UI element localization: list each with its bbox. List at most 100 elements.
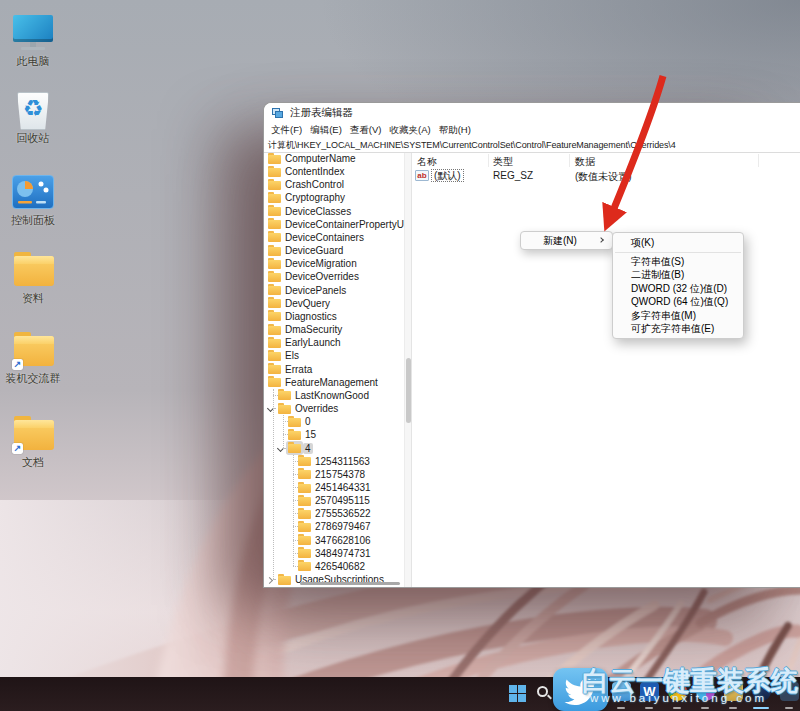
menu-1[interactable]: 编辑(E) [306, 124, 346, 137]
folder-icon [298, 509, 311, 519]
folder-icon [268, 193, 281, 203]
submenu-item-2[interactable]: 二进制值(B) [613, 268, 743, 282]
desktop-icon-this-pc[interactable]: 此电脑 [1, 13, 65, 67]
tree-node-2570495115[interactable]: 2570495115 [298, 494, 372, 507]
menu-4[interactable]: 帮助(H) [435, 124, 475, 137]
tree-node-DeviceContainerPropertyUpda[interactable]: DeviceContainerPropertyUpda [268, 218, 404, 231]
tree-node-2755536522[interactable]: 2755536522 [298, 507, 373, 520]
tree-node-CrashControl[interactable]: CrashControl [268, 178, 346, 191]
folder-icon [268, 259, 281, 269]
submenu-item-5[interactable]: 多字符串值(M) [613, 309, 743, 323]
tree-node-DevicePanels[interactable]: DevicePanels [268, 284, 348, 297]
tree-connector-line [293, 500, 298, 501]
tree-node-ComputerName[interactable]: ComputerName [268, 153, 358, 165]
address-bar[interactable]: 计算机\HKEY_LOCAL_MACHINE\SYSTEM\CurrentCon… [264, 138, 800, 153]
submenu-item-3[interactable]: DWORD (32 位)值(D) [613, 282, 743, 296]
column-header-0[interactable]: 名称 [417, 155, 437, 169]
desktop-icon-control-panel[interactable]: 控制面板 [1, 172, 65, 226]
address-text: 计算机\HKEY_LOCAL_MACHINE\SYSTEM\CurrentCon… [268, 139, 676, 152]
tree-node-DeviceOverrides[interactable]: DeviceOverrides [268, 270, 361, 283]
tree-node-EarlyLaunch[interactable]: EarlyLaunch [268, 336, 343, 349]
submenu-item-6[interactable]: 可扩充字符串值(E) [613, 322, 743, 336]
tree-connector-line [293, 566, 298, 567]
tree-node-DmaSecurity[interactable]: DmaSecurity [268, 323, 344, 336]
desktop-icon-label: 资料 [1, 293, 65, 304]
tree-node-label: 2451464331 [313, 482, 373, 493]
desktop-icon-recycle-bin[interactable]: ♻回收站 [1, 90, 65, 144]
submenu-item-4[interactable]: QWORD (64 位)值(Q) [613, 295, 743, 309]
folder-icon [268, 232, 281, 242]
desktop-icon-folder-data[interactable]: 资料 [1, 250, 65, 304]
tree-node-Els[interactable]: Els [268, 349, 301, 362]
tree-node-DeviceMigration[interactable]: DeviceMigration [268, 257, 359, 270]
folder-icon [288, 430, 301, 440]
shortcut-arrow-icon: ↗ [12, 443, 23, 454]
folder-icon [268, 246, 281, 256]
folder-icon [268, 285, 281, 295]
tree-node-Errata[interactable]: Errata [268, 363, 314, 376]
tree-connector-line [273, 395, 278, 396]
menu-3[interactable]: 收藏夹(A) [385, 124, 434, 137]
menu-0[interactable]: 文件(F) [267, 124, 306, 137]
tree-node-LastKnownGood[interactable]: LastKnownGood [278, 389, 371, 402]
value-row[interactable]: ab (默认) REG_SZ (数值未设置) [412, 169, 800, 182]
tree-node-4[interactable]: 4 [288, 442, 313, 455]
tree-node-2786979467[interactable]: 2786979467 [298, 520, 373, 533]
tree-node-3476628106[interactable]: 3476628106 [298, 534, 373, 547]
tree-node-15[interactable]: 15 [288, 428, 318, 441]
tree-connector-line [273, 389, 274, 579]
submenu-item-1[interactable]: 字符串值(S) [613, 255, 743, 269]
tree-horizontal-scrollbar[interactable] [300, 582, 400, 585]
tree-node-DeviceContainers[interactable]: DeviceContainers [268, 231, 366, 244]
tree-node-FeatureManagement[interactable]: FeatureManagement [268, 376, 380, 389]
column-separator [569, 154, 570, 167]
tree-node-Overrides[interactable]: Overrides [278, 402, 340, 415]
tree-connector-line [283, 421, 288, 422]
folder-icon [268, 311, 281, 321]
submenu-item-0[interactable]: 项(K) [613, 236, 743, 250]
tree-connector-line [293, 553, 298, 554]
tree-node-DeviceClasses[interactable]: DeviceClasses [268, 205, 353, 218]
desktop-icon-label: 控制面板 [1, 215, 65, 226]
tree-connector-line [293, 455, 294, 566]
tree-node-0[interactable]: 0 [288, 415, 313, 428]
folder-icon [298, 456, 311, 466]
tree-node-label: 4 [303, 443, 313, 454]
desktop-icon-label: 装机交流群 [1, 373, 65, 384]
tree-node-3484974731[interactable]: 3484974731 [298, 547, 373, 560]
menu-item-new[interactable]: 新建(N) [543, 234, 577, 248]
submenu-arrow-icon [598, 237, 604, 243]
tree-vertical-scrollbar[interactable] [404, 153, 411, 587]
menu-2[interactable]: 查看(V) [346, 124, 386, 137]
tree-node-label: LastKnownGood [293, 390, 371, 401]
watermark-url: www.baiyunxitong.com [590, 692, 767, 704]
tree-node-DevQuery[interactable]: DevQuery [268, 297, 332, 310]
tree-node-label: 3476628106 [313, 535, 373, 546]
column-header-1[interactable]: 类型 [493, 155, 513, 169]
window-titlebar[interactable]: 注册表编辑器 [264, 103, 800, 123]
tree-node-DeviceGuard[interactable]: DeviceGuard [268, 244, 345, 257]
folder-icon [278, 390, 291, 400]
new-submenu: 项(K) 字符串值(S)二进制值(B)DWORD (32 位)值(D)QWORD … [612, 232, 744, 339]
tree-connector-line [293, 474, 298, 475]
tree-node-Diagnostics[interactable]: Diagnostics [268, 310, 339, 323]
desktop-icon-folder-tools[interactable]: ↗装机交流群 [1, 330, 65, 384]
tree-node-ContentIndex[interactable]: ContentIndex [268, 165, 347, 178]
start-button[interactable] [509, 685, 526, 702]
search-icon[interactable] [537, 686, 548, 697]
tree-node-426540682[interactable]: 426540682 [298, 560, 367, 573]
tree-node-Cryptography[interactable]: Cryptography [268, 191, 347, 204]
tree-node-label: FeatureManagement [283, 377, 380, 388]
tree-node-label: DeviceContainerPropertyUpda [283, 219, 404, 230]
tree-node-215754378[interactable]: 215754378 [298, 468, 367, 481]
folder-icon [268, 338, 281, 348]
folder-icon [278, 404, 291, 414]
tree-node-1254311563[interactable]: 1254311563 [298, 455, 372, 468]
menu-bar: 文件(F)编辑(E)查看(V)收藏夹(A)帮助(H) [264, 123, 800, 138]
tree-node-label: Diagnostics [283, 311, 339, 322]
column-header-2[interactable]: 数据 [575, 155, 595, 169]
folder-icon [298, 548, 311, 558]
value-name[interactable]: (默认) [431, 169, 464, 182]
tree-node-2451464331[interactable]: 2451464331 [298, 481, 373, 494]
desktop-icon-folder-docs[interactable]: ↗文档 [1, 414, 65, 468]
